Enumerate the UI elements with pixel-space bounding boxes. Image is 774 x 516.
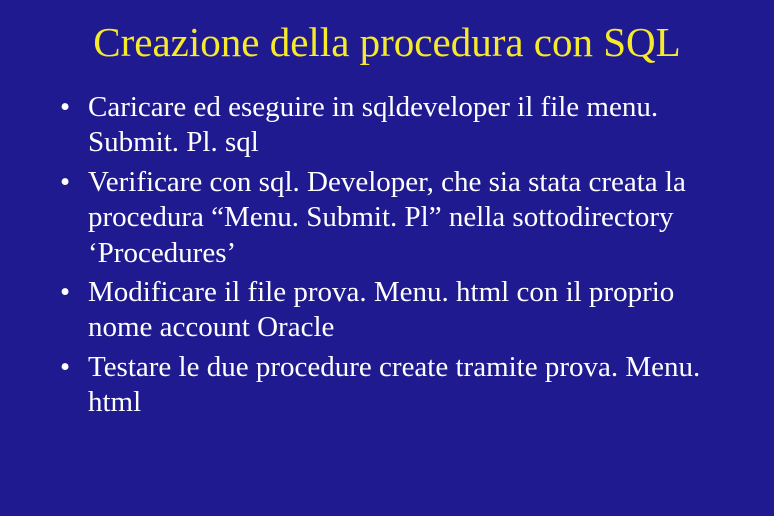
slide-title: Creazione della procedura con SQL	[40, 18, 734, 66]
list-item: Testare le due procedure create tramite …	[60, 350, 724, 421]
list-item: Modificare il file prova. Menu. html con…	[60, 275, 724, 346]
slide: Creazione della procedura con SQL Carica…	[0, 0, 774, 516]
list-item: Verificare con sql. Developer, che sia s…	[60, 165, 724, 271]
list-item: Caricare ed eseguire in sqldeveloper il …	[60, 90, 724, 161]
bullet-list: Caricare ed eseguire in sqldeveloper il …	[40, 90, 734, 420]
